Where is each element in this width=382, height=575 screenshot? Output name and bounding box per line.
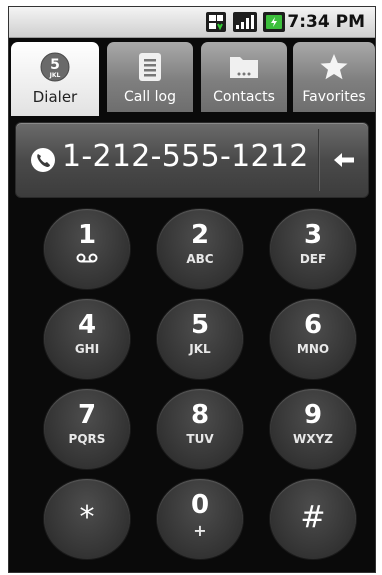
key-4[interactable]: 4 GHI [44, 299, 130, 379]
voicemail-icon [76, 253, 98, 263]
key-letters: TUV [186, 432, 214, 446]
key-1[interactable]: 1 [44, 209, 130, 289]
key-letters: ABC [186, 252, 214, 266]
key-letters: + [193, 521, 207, 540]
battery-charging-icon [263, 12, 285, 32]
key-letters: DEF [299, 252, 327, 266]
key-digit: 8 [190, 400, 210, 430]
tab-dialer-label: Dialer [32, 88, 78, 106]
tab-call-log-label: Call log [124, 89, 176, 105]
key-digit: 0 [190, 490, 210, 520]
key-digit: 4 [77, 310, 97, 340]
key-digit: 7 [77, 400, 97, 430]
contacts-icon [230, 57, 258, 78]
key-0[interactable]: 0 + [157, 479, 243, 559]
key-symbol: * [79, 500, 95, 535]
key-digit: 5 [190, 310, 210, 340]
key-5[interactable]: 5 JKL [157, 299, 243, 379]
key-2[interactable]: 2 ABC [157, 209, 243, 289]
number-display-bar: 1-212-555-1212 [15, 122, 369, 198]
dial-pad: 1 2 ABC 3 DEF 4 GHI 5 JKL 6 MNO 7 PQRS 8… [9, 203, 375, 572]
key-digit: 1 [77, 220, 97, 250]
dialer-icon-digit: 5 [50, 57, 60, 73]
tab-favorites[interactable]: Favorites [293, 42, 375, 112]
key-9[interactable]: 9 WXYZ [270, 389, 356, 469]
key-digit: 9 [303, 400, 323, 430]
key-letters: JKL [189, 342, 211, 356]
status-time: 7:34 PM [287, 12, 365, 32]
key-pound[interactable]: # [270, 479, 356, 559]
key-3[interactable]: 3 DEF [270, 209, 356, 289]
dialer-icon: 5 JKL [40, 52, 70, 82]
key-digit: 3 [303, 220, 323, 250]
phone-icon [31, 148, 55, 172]
sim-card-icon [206, 12, 226, 32]
key-8[interactable]: 8 TUV [157, 389, 243, 469]
key-7[interactable]: 7 PQRS [44, 389, 130, 469]
tab-favorites-label: Favorites [302, 89, 366, 105]
tab-contacts-label: Contacts [213, 89, 275, 105]
tab-bar: 5 JKL Dialer Call log Contacts Favorites [9, 38, 375, 116]
dialer-icon-letters: JKL [49, 72, 61, 79]
tab-dialer[interactable]: 5 JKL Dialer [11, 42, 99, 116]
key-star[interactable]: * [44, 479, 130, 559]
status-bar: 7:34 PM [9, 7, 375, 38]
key-digit: 6 [303, 310, 323, 340]
tab-call-log[interactable]: Call log [107, 42, 193, 112]
dialed-number: 1-212-555-1212 [62, 139, 309, 174]
key-symbol: # [300, 500, 326, 535]
key-letters: GHI [74, 342, 100, 356]
phone-number-field[interactable]: 1-212-555-1212 [16, 123, 317, 197]
key-6[interactable]: 6 MNO [270, 299, 356, 379]
backspace-arrow-icon [334, 153, 354, 167]
tab-contacts[interactable]: Contacts [201, 42, 287, 112]
backspace-button[interactable] [320, 123, 368, 197]
key-letters: MNO [296, 342, 330, 356]
call-log-icon [139, 53, 161, 81]
star-icon [320, 54, 348, 80]
phone-screen: 7:34 PM 5 JKL Dialer Call log Contacts F… [8, 6, 376, 573]
key-letters: WXYZ [293, 432, 333, 446]
signal-strength-icon [233, 12, 257, 32]
key-digit: 2 [190, 220, 210, 250]
key-letters: PQRS [68, 432, 106, 446]
